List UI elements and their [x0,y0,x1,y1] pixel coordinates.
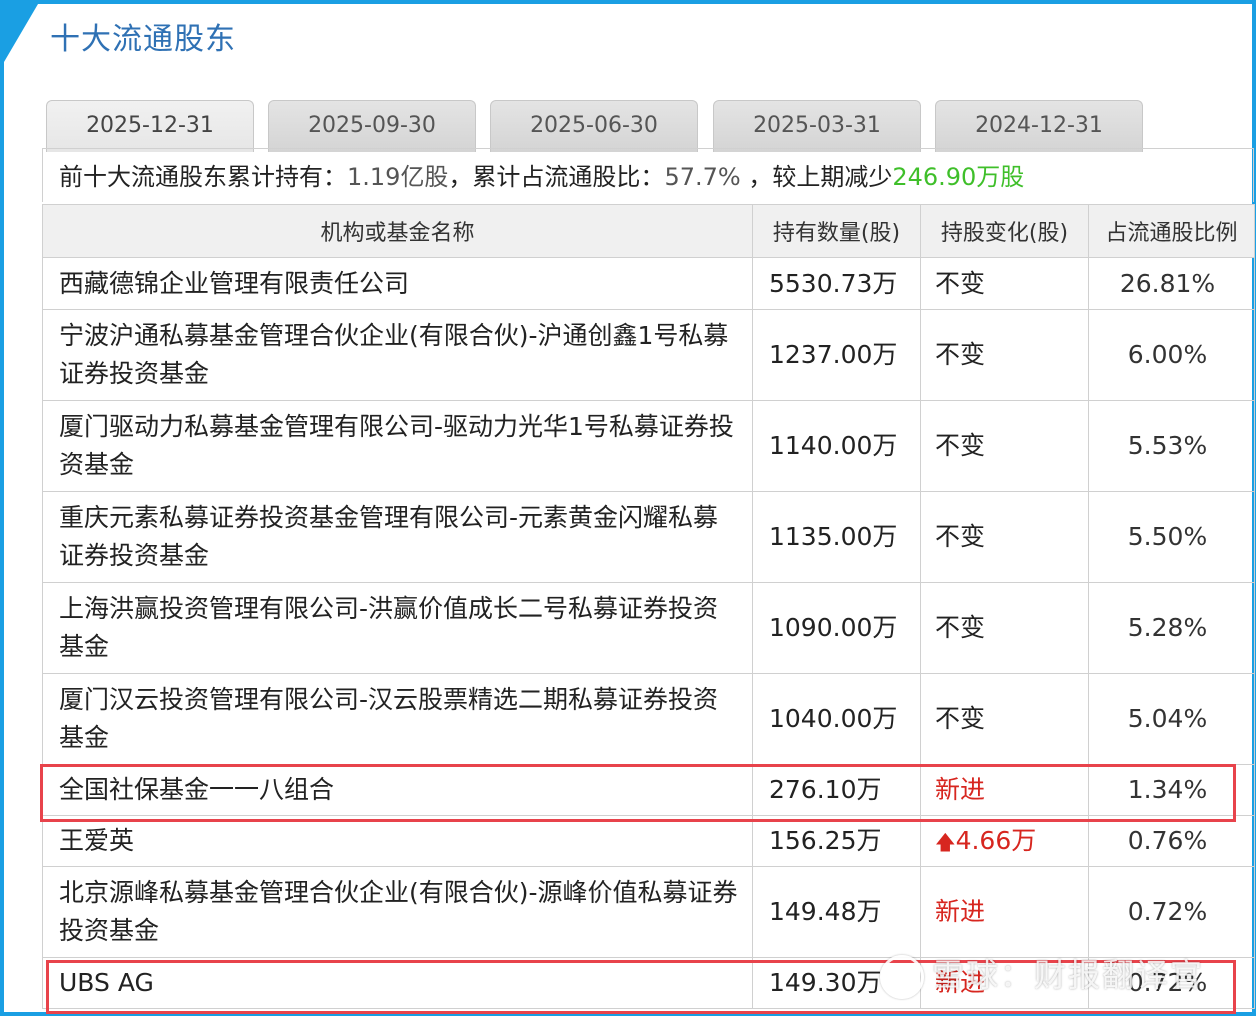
holder-qty: 1237.00万 [752,309,921,401]
summary-mid: ，累计占流通股比： [448,163,665,191]
holder-qty: 1140.00万 [752,400,921,492]
tab-2025-12-31[interactable]: 2025-12-31 [46,100,254,152]
table-row: 上海洪赢投资管理有限公司-洪赢价值成长二号私募证券投资基金 1090.00万 不… [42,582,1255,674]
holder-ratio: 5.50% [1088,491,1255,583]
holder-change: 不变 [920,582,1089,674]
panel-corner-decoration [4,4,38,62]
holder-ratio: 0.76% [1088,815,1255,867]
holder-change: 4.66万 [955,825,1037,855]
table-row: 重庆元素私募证券投资基金管理有限公司-元素黄金闪耀私募证券投资基金 1135.0… [42,491,1255,583]
watermark: 雪球：财报翻译官 [880,950,1204,999]
holder-name: 重庆元素私募证券投资基金管理有限公司-元素黄金闪耀私募证券投资基金 [42,491,753,583]
holder-qty: 1090.00万 [752,582,921,674]
holder-qty: 5530.73万 [752,257,921,310]
holder-ratio: 5.04% [1088,673,1255,765]
table-row: 北京源峰私募基金管理合伙企业(有限合伙)-源峰价值私募证券投资基金 149.48… [42,866,1255,958]
holder-change: 不变 [920,309,1089,401]
holder-ratio: 6.00% [1088,309,1255,401]
header-ratio: 占流通股比例 [1088,204,1255,258]
summary-line: 前十大流通股东累计持有：1.19亿股，累计占流通股比：57.7% ，较上期减少2… [42,148,1254,202]
summary-total-shares: 1.19亿股 [347,163,449,191]
holder-change-cell: 🡅4.66万 [920,815,1089,867]
holder-qty: 1040.00万 [752,673,921,765]
holder-ratio: 1.34% [1088,764,1255,816]
holder-name: 厦门汉云投资管理有限公司-汉云股票精选二期私募证券投资基金 [42,673,753,765]
table-row: 全国社保基金一一八组合 276.10万 新进 1.34% [42,764,1255,816]
table-row: 王爱英 156.25万 🡅4.66万 0.76% [42,815,1255,867]
snowball-logo-icon [880,955,924,999]
holder-qty: 276.10万 [752,764,921,816]
holder-name: 王爱英 [42,815,753,867]
header-change: 持股变化(股) [920,204,1089,258]
holder-name: 厦门驱动力私募基金管理有限公司-驱动力光华1号私募证券投资基金 [42,400,753,492]
table-header-row: 机构或基金名称 持有数量(股) 持股变化(股) 占流通股比例 [42,204,1255,258]
holder-name: 宁波沪通私募基金管理合伙企业(有限合伙)-沪通创鑫1号私募证券投资基金 [42,309,753,401]
holder-name: UBS AG [42,957,753,1009]
holder-name: 西藏德锦企业管理有限责任公司 [42,257,753,310]
holder-name: 北京源峰私募基金管理合伙企业(有限合伙)-源峰价值私募证券投资基金 [42,866,753,958]
holder-change: 不变 [920,491,1089,583]
summary-ratio: 57.7% [664,163,741,191]
holder-qty: 149.48万 [752,866,921,958]
tab-2025-06-30[interactable]: 2025-06-30 [490,100,698,152]
holder-ratio: 0.72% [1088,866,1255,958]
holder-name: 上海洪赢投资管理有限公司-洪赢价值成长二号私募证券投资基金 [42,582,753,674]
tab-2024-12-31[interactable]: 2024-12-31 [935,100,1143,152]
holder-ratio: 5.28% [1088,582,1255,674]
holder-name: 全国社保基金一一八组合 [42,764,753,816]
table-row: 宁波沪通私募基金管理合伙企业(有限合伙)-沪通创鑫1号私募证券投资基金 1237… [42,309,1255,401]
table-row: 厦门汉云投资管理有限公司-汉云股票精选二期私募证券投资基金 1040.00万 不… [42,673,1255,765]
summary-prefix: 前十大流通股东累计持有： [59,163,347,191]
holder-change: 不变 [920,400,1089,492]
table-row: 厦门驱动力私募基金管理有限公司-驱动力光华1号私募证券投资基金 1140.00万… [42,400,1255,492]
holder-ratio: 26.81% [1088,257,1255,310]
up-arrow-icon: 🡅 [935,829,956,854]
header-qty: 持有数量(股) [752,204,921,258]
panel-title: 十大流通股东 [50,22,236,57]
holder-qty: 1135.00万 [752,491,921,583]
header-name: 机构或基金名称 [42,204,753,258]
tab-2025-09-30[interactable]: 2025-09-30 [268,100,476,152]
table-row: 西藏德锦企业管理有限责任公司 5530.73万 不变 26.81% [42,257,1255,310]
holder-qty: 156.25万 [752,815,921,867]
holder-change: 新进 [920,764,1089,816]
holder-change: 不变 [920,673,1089,765]
shareholders-table: 机构或基金名称 持有数量(股) 持股变化(股) 占流通股比例 西藏德锦企业管理有… [42,204,1255,1009]
watermark-text: 雪球：财报翻译官 [932,956,1205,994]
holder-ratio: 5.53% [1088,400,1255,492]
tab-2025-03-31[interactable]: 2025-03-31 [713,100,921,152]
holder-change: 新进 [920,866,1089,958]
holder-change: 不变 [920,257,1089,310]
summary-decrease: 246.90万股 [892,163,1025,191]
summary-suffix: ，较上期减少 [740,163,893,191]
